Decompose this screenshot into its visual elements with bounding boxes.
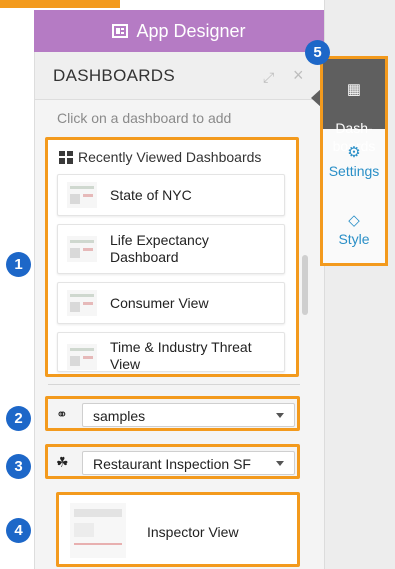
diamond-icon: ◇	[348, 212, 360, 229]
dashboard-thumbnail	[70, 503, 126, 558]
dashboard-card-name: Consumer View	[110, 295, 209, 311]
dataset-cluster-icon: ☘	[56, 454, 69, 470]
dashboard-card-time-industry[interactable]: Time & Industry Threat View	[57, 332, 285, 372]
dataset-select[interactable]: Restaurant Inspection SF	[82, 451, 295, 475]
top-accent-bar	[0, 0, 120, 8]
cogs-icon: ⚙	[347, 144, 361, 161]
panel-header: DASHBOARDS ⤢ ×	[35, 52, 325, 100]
chevron-down-icon	[276, 461, 284, 466]
dashboard-thumbnail	[67, 236, 97, 262]
callout-badge-5: 5	[305, 40, 330, 65]
dashboard-thumbnail	[67, 290, 97, 316]
panel-title: DASHBOARDS	[53, 66, 176, 85]
expand-icon[interactable]: ⤢	[263, 69, 274, 86]
dashboard-thumbnail	[67, 182, 97, 208]
recently-viewed-section: Recently Viewed Dashboards State of NYC …	[45, 137, 299, 377]
tab-settings-label: Settings	[328, 163, 380, 179]
panel-hint: Click on a dashboard to add	[57, 110, 232, 126]
dashboard-thumbnail	[67, 344, 97, 370]
tab-style-label: Style	[338, 231, 370, 247]
app-designer-header[interactable]: App Designer	[34, 10, 324, 52]
dashboard-card-name: State of NYC	[110, 187, 192, 203]
section-divider	[48, 384, 300, 385]
dashboard-card-consumer-view[interactable]: Consumer View	[57, 282, 285, 324]
chevron-down-icon	[276, 413, 284, 418]
recently-viewed-title: Recently Viewed Dashboards	[59, 149, 261, 165]
callout-badge-2: 2	[6, 406, 31, 431]
link-icon: ⚭	[56, 406, 68, 422]
source-select[interactable]: samples	[82, 403, 295, 427]
source-select-value: samples	[93, 408, 146, 424]
dashboard-card-life-expectancy[interactable]: Life Expectancy Dashboard	[57, 224, 285, 274]
dashboard-card-name: Life Expectancy Dashboard	[110, 232, 209, 265]
dataset-selector-row: ☘ Restaurant Inspection SF	[45, 444, 300, 479]
dashboard-card-name: Time & Industry Threat View	[110, 339, 252, 372]
callout-badge-4: 4	[6, 518, 31, 543]
inspector-view-name: Inspector View	[147, 524, 239, 540]
recent-list-scrollbar[interactable]	[302, 255, 308, 315]
dashboard-grid-icon: ▦	[346, 81, 362, 98]
recently-viewed-label: Recently Viewed Dashboards	[78, 149, 262, 165]
dashboard-card-state-of-nyc[interactable]: State of NYC	[57, 174, 285, 216]
close-icon[interactable]: ×	[293, 65, 304, 86]
dataset-select-value: Restaurant Inspection SF	[93, 456, 251, 472]
tab-settings[interactable]: ⚙ Settings	[323, 143, 385, 193]
app-designer-icon	[112, 24, 129, 38]
inspector-view-card[interactable]: Inspector View	[56, 492, 300, 567]
tab-dashboards[interactable]: ▦ Dash- boards	[323, 59, 385, 154]
source-selector-row: ⚭ samples	[45, 396, 300, 431]
side-tabs: ▦ Dash- boards ⚙ Settings ◇ Style	[320, 56, 388, 266]
callout-badge-3: 3	[6, 454, 31, 479]
dashboard-grid-icon	[59, 150, 73, 164]
callout-badge-1: 1	[6, 252, 31, 277]
app-designer-title: App Designer	[136, 20, 246, 41]
tab-style[interactable]: ◇ Style	[323, 211, 385, 261]
